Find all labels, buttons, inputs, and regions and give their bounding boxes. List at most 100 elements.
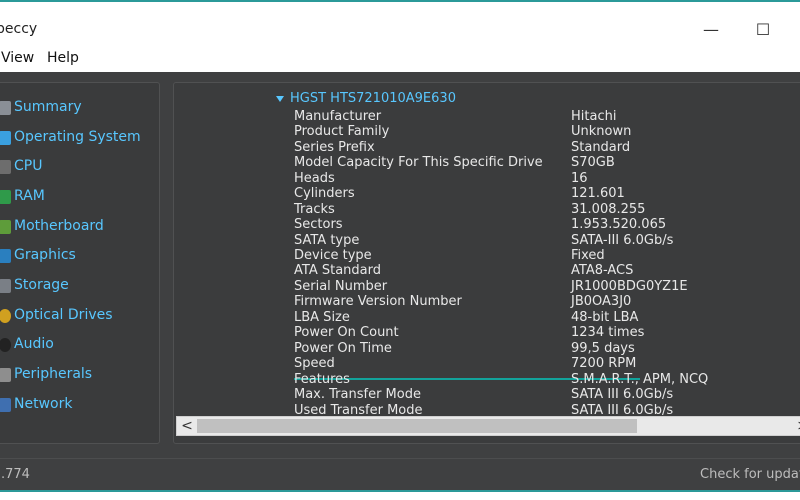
property-key: Max. Transfer Mode: [294, 387, 421, 402]
status-bar: .774 Check for updat: [0, 458, 800, 490]
sidebar-item-peripherals[interactable]: Peripherals: [0, 362, 159, 388]
property-row: Sectors 1.953.520.065: [294, 217, 794, 233]
sidebar-item-graphics[interactable]: Graphics: [0, 243, 159, 269]
property-value: JB0OA3J0: [571, 294, 632, 309]
property-row: Power On Time 99,5 days: [294, 341, 794, 357]
sidebar-item-label: Peripherals: [14, 366, 93, 382]
sidebar-item-audio[interactable]: Audio: [0, 332, 159, 358]
window-top-border: [0, 0, 800, 12]
menu-bar: View Help: [0, 46, 800, 72]
window-bottom-border: [0, 490, 800, 500]
drive-name: HGST HTS721010A9E630: [290, 91, 456, 106]
property-value: 1234 times: [571, 325, 645, 340]
property-row: Product Family Unknown: [294, 124, 794, 140]
network-icon: [0, 398, 11, 412]
property-value: Unknown: [571, 124, 632, 139]
property-key: LBA Size: [294, 310, 350, 325]
property-row: Max. Transfer Mode SATA III 6.0Gb/s: [294, 387, 794, 403]
property-key: Model Capacity For This Specific Drive: [294, 155, 543, 170]
storage-icon: [0, 279, 11, 293]
property-value: Standard: [571, 140, 631, 155]
windows-icon: [0, 131, 11, 145]
sidebar-item-label: Motherboard: [14, 218, 104, 234]
peripherals-icon: [0, 368, 11, 382]
property-value: SATA III 6.0Gb/s: [571, 387, 674, 402]
minimize-button[interactable]: —: [688, 16, 734, 44]
property-value: Hitachi: [571, 109, 617, 124]
property-row: Power On Count 1234 times: [294, 325, 794, 341]
sidebar-item-label: Storage: [14, 277, 69, 293]
property-row: ATA Standard ATA8-ACS: [294, 263, 794, 279]
check-for-updates-link[interactable]: Check for updat: [700, 467, 800, 482]
sidebar-item-label: CPU: [14, 158, 43, 174]
property-key: Firmware Version Number: [294, 294, 462, 309]
property-row: Speed 7200 RPM: [294, 356, 794, 372]
property-key: Power On Time: [294, 341, 392, 356]
property-row: Model Capacity For This Specific Drive S7…: [294, 155, 794, 171]
sidebar-item-label: Network: [14, 396, 73, 412]
maximize-button[interactable]: ☐: [740, 16, 786, 44]
property-row: Manufacturer Hitachi: [294, 109, 794, 125]
sidebar-item-storage[interactable]: Storage: [0, 273, 159, 299]
property-key: Sectors: [294, 217, 343, 232]
property-value: JR1000BDG0YZ1E: [571, 279, 688, 294]
sidebar-item-motherboard[interactable]: Motherboard: [0, 214, 159, 240]
property-key: Tracks: [294, 202, 335, 217]
property-value: 121.601: [571, 186, 625, 201]
sidebar-item-operating-system[interactable]: Operating System: [0, 125, 159, 151]
property-value: 31.008.255: [571, 202, 646, 217]
sidebar-item-cpu[interactable]: CPU: [0, 154, 159, 180]
property-value: 7200 RPM: [571, 356, 637, 371]
property-value: ATA8-ACS: [571, 263, 634, 278]
property-row: Heads 16: [294, 171, 794, 187]
sidebar-item-label: RAM: [14, 188, 45, 204]
property-value: S70GB: [571, 155, 615, 170]
sidebar-item-ram[interactable]: RAM: [0, 184, 159, 210]
sidebar-item-label: Optical Drives: [14, 307, 113, 323]
property-key: Series Prefix: [294, 140, 375, 155]
menu-view[interactable]: View: [1, 50, 34, 66]
version-label: .774: [1, 467, 30, 482]
summary-icon: [0, 101, 11, 115]
sidebar-item-label: Summary: [14, 99, 82, 115]
property-value: Fixed: [571, 248, 605, 263]
property-key: Manufacturer: [294, 109, 382, 124]
property-row: Features S.M.A.R.T., APM, NCQ: [294, 372, 794, 388]
details-panel: HGST HTS721010A9E630 Manufacturer Hitachi…: [173, 82, 800, 444]
scroll-left-arrow-icon[interactable]: <: [179, 417, 195, 435]
property-key: Cylinders: [294, 186, 355, 201]
cpu-icon: [0, 160, 11, 174]
horizontal-scrollbar[interactable]: < >: [176, 416, 800, 436]
scroll-right-arrow-icon[interactable]: >: [795, 417, 800, 435]
property-key: Features: [294, 372, 350, 387]
drive-header[interactable]: HGST HTS721010A9E630: [276, 91, 456, 106]
app-content: Summary Operating System CPU RAM Motherb…: [0, 72, 800, 490]
property-value: 99,5 days: [571, 341, 635, 356]
property-row: Device type Fixed: [294, 248, 794, 264]
graphics-icon: [0, 249, 11, 263]
sidebar-item-network[interactable]: Network: [0, 392, 159, 418]
property-key: Product Family: [294, 124, 390, 139]
sidebar-item-summary[interactable]: Summary: [0, 95, 159, 121]
motherboard-icon: [0, 220, 11, 234]
title-bar[interactable]: peccy — ☐: [0, 12, 800, 46]
sidebar-item-label: Graphics: [14, 247, 76, 263]
property-key: Heads: [294, 171, 335, 186]
property-value: 48-bit LBA: [571, 310, 639, 325]
property-value: SATA-III 6.0Gb/s: [571, 233, 674, 248]
collapse-arrow-icon[interactable]: [276, 95, 284, 102]
property-key: Power On Count: [294, 325, 399, 340]
ram-icon: [0, 190, 11, 204]
menu-help[interactable]: Help: [47, 50, 79, 66]
property-row: Serial Number JR1000BDG0YZ1E: [294, 279, 794, 295]
property-value: 1.953.520.065: [571, 217, 667, 232]
property-key: SATA type: [294, 233, 360, 248]
sidebar: Summary Operating System CPU RAM Motherb…: [0, 82, 160, 444]
property-row: SATA type SATA-III 6.0Gb/s: [294, 233, 794, 249]
property-key: ATA Standard: [294, 263, 381, 278]
scrollbar-thumb[interactable]: [197, 419, 637, 433]
sidebar-item-optical-drives[interactable]: Optical Drives: [0, 303, 159, 329]
property-value: S.M.A.R.T., APM, NCQ: [571, 372, 709, 387]
property-key: Serial Number: [294, 279, 388, 294]
property-row: Cylinders 121.601: [294, 186, 794, 202]
